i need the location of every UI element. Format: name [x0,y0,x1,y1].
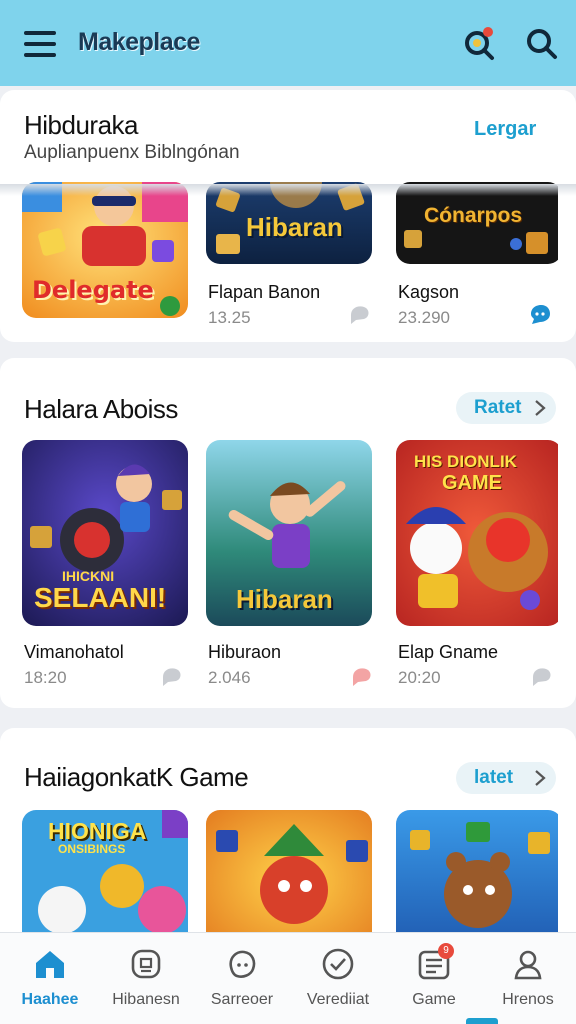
game-name: Hiburaon [208,642,282,662]
game-value: 13.25 [208,308,251,327]
top-app-bar: Makeplace [0,0,576,86]
section-action-button[interactable]: latet [456,762,556,794]
section-card-3: HaiiagonkatK Game latet HIONIGA ONSIBING… [0,728,576,948]
game-tile[interactable]: HIONIGA ONSIBINGS [22,810,188,948]
menu-icon[interactable] [24,31,56,57]
section-title: Hibduraka [24,110,139,140]
game-value: 18:20 [24,668,67,687]
tile-title: Hibaran [236,584,333,614]
section-action-label: Ratet [474,397,522,418]
nav-label: Game [412,991,456,1008]
game-value: 2.046 [208,668,251,687]
home-indicator [466,1018,498,1024]
scroll-fold-shadow [0,184,576,196]
check-circle-icon [322,948,354,980]
game-name: Vimanohatol [24,642,124,662]
chevron-right-icon [535,400,546,416]
home-icon [36,951,64,978]
nav-label: Haahee [21,991,79,1008]
game-value: 20:20 [398,668,441,687]
face-icon [229,950,256,978]
section-card-1: Hibduraka Lergar Auplianpuenx Biblngónan… [0,90,576,342]
section-title: Halara Aboiss [24,394,178,424]
game-name: Elap Gname [398,642,499,662]
game-tile[interactable] [396,810,562,948]
tile-title: Hibaran [246,212,343,242]
game-value: 23.290 [398,308,450,327]
nav-item-home[interactable]: Haahee [2,933,98,1024]
tile-title: Cónarpos [424,204,523,227]
chat-icon[interactable] [348,302,372,326]
controller-icon [131,949,161,979]
game-name: Flapan Banon [208,282,321,302]
bottom-navigation: Haahee Hibanesn Sarreoer Verediiat 9 Gam… [0,932,576,1024]
game-tile[interactable]: IHICKNI SELAANI! [22,440,188,626]
nav-item-hrenos[interactable]: Hrenos [480,933,576,1024]
section-title: HaiiagonkatK Game [24,762,249,792]
tile-title: HIONIGA [48,818,147,844]
nav-label: Sarreoer [210,991,274,1008]
game-tile[interactable]: HIS DIONLIK GAME [396,440,562,626]
search-icon[interactable] [524,26,560,62]
chat-icon[interactable] [528,302,552,326]
chat-icon[interactable] [160,664,184,688]
section-subtitle: Auplianpuenx Biblngónan [24,142,240,163]
nav-item-game[interactable]: 9 Game [386,933,482,1024]
chevron-right-icon [535,770,546,786]
nav-item-sarreoer[interactable]: Sarreoer [194,933,290,1024]
game-name: Kagson [398,282,460,302]
section-card-2: Halara Aboiss Ratet IHICKNI SELAANI! Hib… [0,358,576,708]
app-title: Makeplace [78,28,200,56]
nav-item-hibanesn[interactable]: Hibanesn [98,933,194,1024]
filter-search-icon[interactable] [462,26,498,62]
nav-label: Hrenos [502,991,554,1008]
chat-icon[interactable] [350,664,374,688]
game-tile[interactable]: Hibaran [206,440,372,626]
tile-subtitle: HIS DIONLIK [414,452,517,471]
game-tile[interactable]: Delegate [22,182,188,318]
game-tile[interactable] [206,810,372,948]
tile-subtitle: ONSIBINGS [58,842,126,856]
tile-title: SELAANI! [34,582,167,613]
person-icon [514,950,542,980]
nav-label: Hibanesn [112,991,180,1008]
notification-badge: 9 [438,943,454,959]
tile-title: Delegate [32,276,154,304]
section-action-button[interactable]: Ratet [456,392,556,424]
section-action-label: latet [474,767,514,788]
nav-label: Verediiat [306,991,370,1008]
nav-item-verediiat[interactable]: Verediiat [290,933,386,1024]
tile-title: GAME [442,472,502,494]
chat-icon[interactable] [530,664,554,688]
section-action-link[interactable]: Lergar [474,118,536,141]
